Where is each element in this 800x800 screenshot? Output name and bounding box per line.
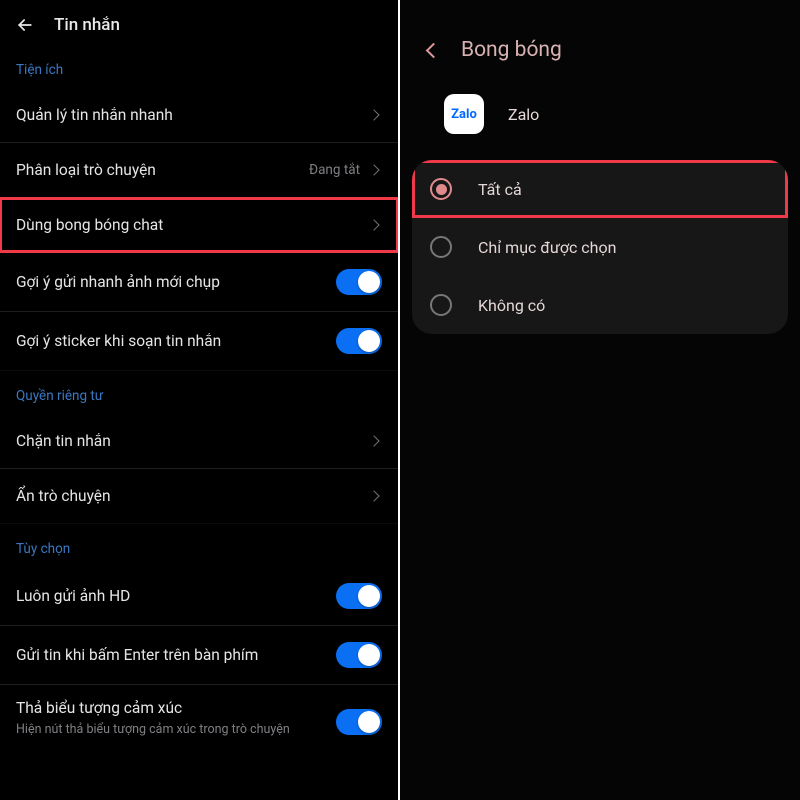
section-utilities-header: Tiện ích <box>0 52 398 88</box>
row-use-chat-bubble[interactable]: Dùng bong bóng chat <box>0 198 398 252</box>
row-label: Gửi tin khi bấm Enter trên bàn phím <box>16 646 258 665</box>
row-label: Ẩn trò chuyện <box>16 487 111 506</box>
toggle-on[interactable] <box>336 642 382 668</box>
row-send-on-enter[interactable]: Gửi tin khi bấm Enter trên bàn phím <box>0 626 398 684</box>
row-photo-suggest[interactable]: Gợi ý gửi nhanh ảnh mới chụp <box>0 253 398 311</box>
row-label: Chặn tin nhắn <box>16 432 111 451</box>
radio-unchecked-icon <box>430 236 452 258</box>
row-label: Thả biểu tượng cảm xúc <box>16 699 290 718</box>
row-always-hd[interactable]: Luôn gửi ảnh HD <box>0 567 398 625</box>
page-title: Bong bóng <box>461 38 562 62</box>
row-hide-conversation[interactable]: Ẩn trò chuyện <box>0 469 398 523</box>
back-arrow-icon[interactable] <box>14 14 36 36</box>
toggle-on[interactable] <box>336 328 382 354</box>
row-value: Đang tắt <box>309 162 360 178</box>
bubble-settings-screen: Bong bóng Zalo Zalo Tất cả Chỉ mục được … <box>400 0 800 800</box>
radio-option-all[interactable]: Tất cả <box>412 160 788 218</box>
header: Bong bóng <box>400 0 800 86</box>
chevron-right-icon <box>368 164 379 175</box>
radio-checked-icon <box>430 178 452 200</box>
toggle-on[interactable] <box>336 269 382 295</box>
radio-option-none[interactable]: Không có <box>412 276 788 334</box>
row-label: Quản lý tin nhắn nhanh <box>16 106 173 125</box>
chevron-right-icon <box>368 435 379 446</box>
radio-unchecked-icon <box>430 294 452 316</box>
row-right: Đang tắt <box>309 162 382 178</box>
chevron-right-icon <box>368 490 379 501</box>
radio-option-selected[interactable]: Chỉ mục được chọn <box>412 218 788 276</box>
settings-messages-screen: Tin nhắn Tiện ích Quản lý tin nhắn nhanh… <box>0 0 400 800</box>
header: Tin nhắn <box>0 0 398 52</box>
row-label: Phân loại trò chuyện <box>16 161 156 180</box>
row-quick-messages[interactable]: Quản lý tin nhắn nhanh <box>0 88 398 142</box>
section-privacy-header: Quyền riêng tư <box>0 378 398 414</box>
row-label: Dùng bong bóng chat <box>16 216 163 235</box>
row-classify-chat[interactable]: Phân loại trò chuyện Đang tắt <box>0 143 398 197</box>
row-label: Gợi ý gửi nhanh ảnh mới chụp <box>16 273 220 292</box>
chevron-right-icon <box>368 109 379 120</box>
app-row-zalo[interactable]: Zalo Zalo <box>400 86 800 160</box>
back-chevron-icon[interactable] <box>426 42 442 58</box>
zalo-app-icon: Zalo <box>444 94 484 134</box>
radio-label: Không có <box>478 296 545 315</box>
row-sticker-suggest[interactable]: Gợi ý sticker khi soạn tin nhắn <box>0 312 398 370</box>
section-options-header: Tùy chọn <box>0 531 398 567</box>
row-block-messages[interactable]: Chặn tin nhắn <box>0 414 398 468</box>
toggle-on[interactable] <box>336 709 382 735</box>
row-text: Thả biểu tượng cảm xúc Hiện nút thả biểu… <box>16 699 290 737</box>
toggle-on[interactable] <box>336 583 382 609</box>
radio-group: Tất cả Chỉ mục được chọn Không có <box>412 160 788 334</box>
row-label: Gợi ý sticker khi soạn tin nhắn <box>16 332 221 351</box>
radio-label: Tất cả <box>478 180 522 199</box>
row-sub: Hiện nút thả biểu tượng cảm xúc trong tr… <box>16 722 290 737</box>
chevron-right-icon <box>368 219 379 230</box>
row-label: Luôn gửi ảnh HD <box>16 587 130 606</box>
app-name: Zalo <box>508 105 539 124</box>
radio-label: Chỉ mục được chọn <box>478 238 616 257</box>
page-title: Tin nhắn <box>54 15 120 35</box>
row-drop-emotion[interactable]: Thả biểu tượng cảm xúc Hiện nút thả biểu… <box>0 685 398 747</box>
